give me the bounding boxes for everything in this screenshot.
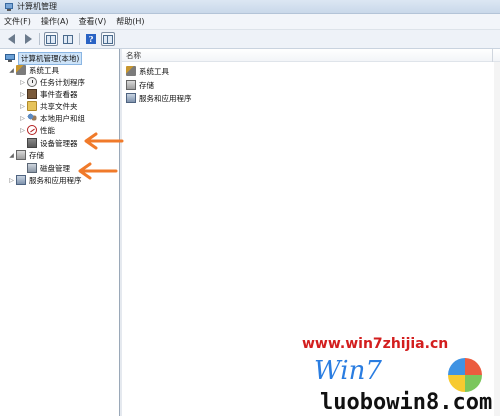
tree-item-label: 任务计划程序 [40,77,85,87]
menu-bar: 文件(F) 操作(A) 查看(V) 帮助(H) [0,14,500,30]
expand-icon[interactable]: ▷ [19,79,26,86]
forward-button[interactable] [21,32,35,46]
show-tree-button[interactable] [44,32,58,46]
services-icon [126,93,136,103]
performance-icon [27,125,37,135]
watermark-url-secondary: luobowin8.com [320,390,493,415]
toolbar: ? [0,30,500,49]
column-header-label: 名称 [126,50,141,60]
expand-icon[interactable]: ▷ [19,91,26,98]
list-item-system-tools[interactable]: 系统工具 [126,65,169,77]
properties-button[interactable] [61,32,75,46]
expand-icon[interactable]: ▷ [19,115,26,122]
tree-item-label: 本地用户和组 [40,113,85,123]
services-icon [16,175,26,185]
tree-item-label: 性能 [40,125,55,135]
device-manager-icon [27,138,37,148]
tree-item-device-manager[interactable]: 设备管理器 [19,137,78,149]
tree-item-label: 事件查看器 [40,89,78,99]
tree-item-label: 计算机管理(本地) [18,51,83,65]
column-header-name[interactable]: 名称 [122,49,500,62]
show-pane-icon [103,34,113,44]
help-button[interactable]: ? [84,32,98,46]
shared-folder-icon [27,101,37,111]
annotation-arrow-device-manager [84,132,124,150]
show-pane-button[interactable] [101,32,115,46]
expand-icon[interactable]: ▷ [19,127,26,134]
list-item-label: 服务和应用程序 [139,93,192,103]
tree-item-shared-folders[interactable]: ▷ 共享文件夹 [19,100,78,112]
menu-help[interactable]: 帮助(H) [116,16,144,27]
tree-item-event-viewer[interactable]: ▷ 事件查看器 [19,88,78,100]
clock-icon [27,77,37,87]
tree-item-label: 系统工具 [29,65,59,75]
watermark: www.win7zhijia.cn Win7 luobowin8.com [300,336,500,416]
computer-management-icon [4,2,14,12]
list-item-storage[interactable]: 存储 [126,79,154,91]
menu-view[interactable]: 查看(V) [79,16,107,27]
column-divider[interactable] [492,49,493,62]
annotation-arrow-disk-management [78,162,118,180]
menu-action[interactable]: 操作(A) [41,16,69,27]
console-tree[interactable]: 计算机管理(本地) ◢ 系统工具 ▷ 任务计划程序 ▷ 事件查看器 ▷ 共享文件… [3,49,120,416]
collapse-icon[interactable]: ◢ [8,67,15,74]
toolbar-separator [39,33,40,45]
list-item-services-apps[interactable]: 服务和应用程序 [126,92,192,104]
tree-item-performance[interactable]: ▷ 性能 [19,124,55,136]
tree-item-label: 设备管理器 [40,138,78,148]
show-tree-icon [46,34,56,44]
tree-item-storage[interactable]: ◢ 存储 [8,149,44,161]
tree-item-label: 磁盘管理 [40,163,70,173]
tree-item-local-users[interactable]: ▷ 本地用户和组 [19,112,85,124]
tree-item-system-tools[interactable]: ◢ 系统工具 [8,64,59,76]
tree-item-task-scheduler[interactable]: ▷ 任务计划程序 [19,76,85,88]
windows-logo-icon [448,358,482,392]
help-icon: ? [86,34,96,44]
list-item-label: 系统工具 [139,66,169,76]
tree-item-root[interactable]: 计算机管理(本地) [5,51,83,65]
watermark-url: www.win7zhijia.cn [302,336,449,352]
collapse-icon[interactable]: ◢ [8,152,15,159]
back-icon [7,34,15,44]
tree-item-disk-management[interactable]: 磁盘管理 [19,162,70,174]
back-button[interactable] [4,32,18,46]
expand-icon[interactable]: ▷ [8,177,15,184]
tree-item-services-apps[interactable]: ▷ 服务和应用程序 [8,174,82,186]
window-title: 计算机管理 [17,2,57,11]
forward-icon [24,34,32,44]
storage-icon [16,150,26,160]
toolbar-separator [79,33,80,45]
list-item-label: 存储 [139,80,154,90]
users-icon [27,113,37,123]
event-viewer-icon [27,89,37,99]
properties-icon [63,34,73,44]
menu-file[interactable]: 文件(F) [4,16,31,27]
computer-icon [5,53,15,63]
storage-icon [126,80,136,90]
tools-icon [16,65,26,75]
tree-item-label: 存储 [29,150,44,160]
disk-icon [27,163,37,173]
tree-item-label: 服务和应用程序 [29,175,82,185]
tree-item-label: 共享文件夹 [40,101,78,111]
tools-icon [126,66,136,76]
watermark-brand: Win7 [314,356,382,386]
expand-icon[interactable]: ▷ [19,103,26,110]
title-bar: 计算机管理 [0,0,500,14]
